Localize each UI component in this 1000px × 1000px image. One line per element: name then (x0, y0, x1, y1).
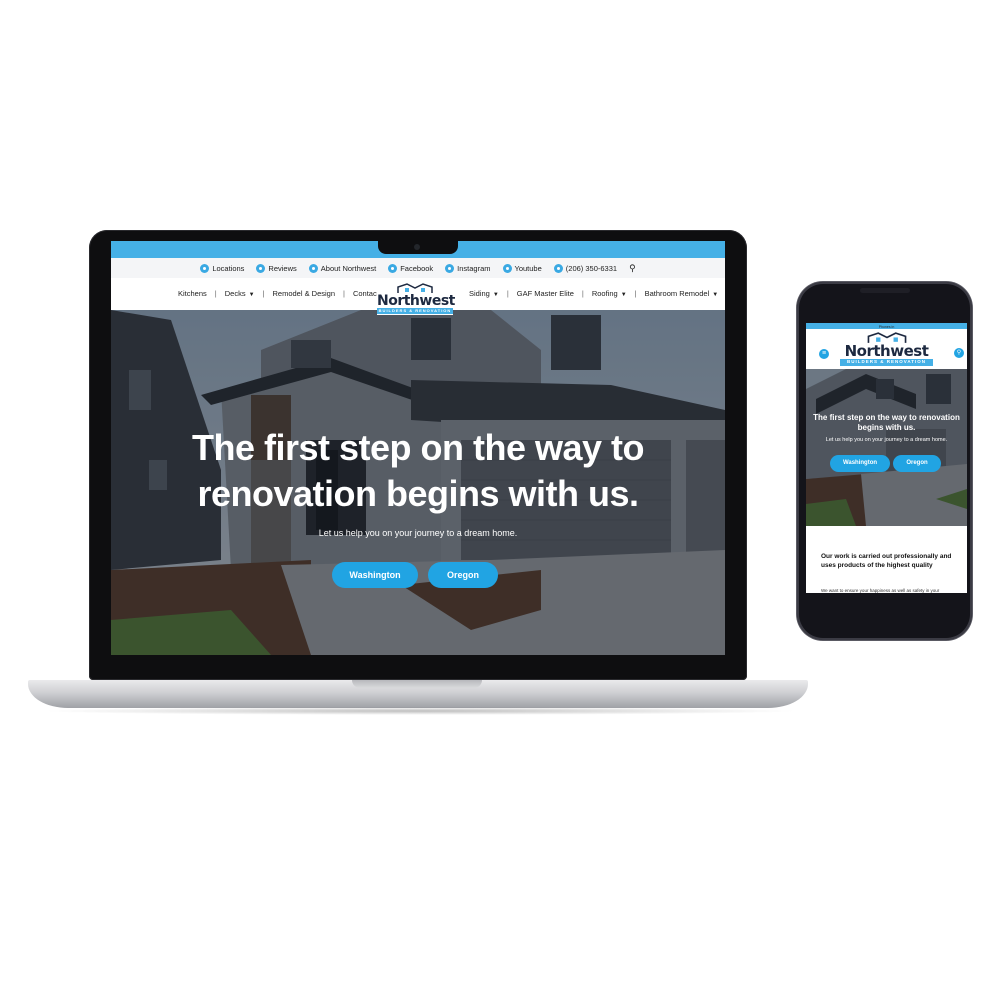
nav-label: Decks (224, 289, 246, 298)
laptop-shadow (40, 707, 800, 715)
utility-label: About Northwest (320, 263, 377, 273)
location-icon (200, 263, 210, 273)
hero-title: The first step on the way to renovation … (111, 425, 725, 517)
facebook-icon (388, 263, 398, 273)
logo-wordmark: Northwest (377, 293, 455, 309)
instagram-icon (445, 263, 455, 273)
nav-separator: | (214, 289, 217, 298)
laptop-screen: Locations Reviews About Northwest Facebo… (111, 241, 725, 655)
nav-item-contact[interactable]: Contact (353, 289, 379, 298)
oregon-button[interactable]: Oregon (428, 562, 498, 588)
utility-bar: Locations Reviews About Northwest Facebo… (111, 258, 725, 278)
mobile-content-section: Our work is carried out professionally a… (806, 526, 967, 593)
mobile-hero-title-line: The first step on the way to renovation (813, 413, 960, 422)
nav-separator: | (343, 289, 345, 298)
utility-link-facebook[interactable]: Facebook (388, 263, 434, 273)
utility-link-reviews[interactable]: Reviews (256, 263, 297, 273)
hero-subtitle: Let us help you on your journey to a dre… (318, 528, 518, 538)
mobile-hero-subtitle: Let us help you on your journey to a dre… (825, 437, 948, 443)
utility-label: Youtube (514, 263, 542, 273)
nav-item-bathroom-remodel[interactable]: Bathroom Remodel ▼ (645, 289, 719, 298)
phone-screen: Phones in ≡ Northwest BUILDERS & RENOVAT… (806, 323, 967, 593)
mobile-washington-button[interactable]: Washington (830, 455, 890, 472)
nav-item-kitchens[interactable]: Kitchens (178, 289, 207, 298)
logo-wordmark: Northwest (844, 342, 929, 360)
nav-label: Bathroom Remodel (644, 289, 710, 298)
logo-tagline: BUILDERS & RENOVATION (840, 359, 933, 366)
mobile-house-photo (806, 369, 967, 526)
laptop-opening-notch (352, 680, 482, 688)
reviews-icon (256, 263, 266, 273)
mobile-hero-title-line: begins with us. (857, 423, 916, 432)
nav-item-siding[interactable]: Siding ▼ (469, 289, 499, 298)
utility-link-youtube[interactable]: Youtube (502, 263, 542, 273)
utility-link-instagram[interactable]: Instagram (445, 263, 491, 273)
mobile-site-logo[interactable]: Northwest BUILDERS & RENOVATION (840, 332, 933, 368)
laptop-camera (414, 244, 420, 250)
nav-item-gaf-master-elite[interactable]: GAF Master Elite (517, 289, 574, 298)
hamburger-menu-icon[interactable]: ≡ (819, 349, 829, 359)
nav-item-decks[interactable]: Decks ▼ (225, 289, 255, 298)
phone-speaker (860, 288, 910, 293)
utility-link-locations[interactable]: Locations (200, 263, 245, 273)
caret-down-icon: ▼ (492, 292, 499, 298)
nav-label: Siding (469, 289, 490, 298)
utility-label: Instagram (457, 263, 491, 273)
utility-label: Reviews (268, 263, 297, 273)
nav-separator: | (634, 289, 637, 298)
utility-link-about[interactable]: About Northwest (308, 263, 377, 273)
utility-link-phone[interactable]: (206) 350-6331 (553, 263, 618, 273)
nav-item-roofing[interactable]: Roofing ▼ (592, 289, 627, 298)
nav-separator: | (506, 289, 509, 298)
washington-button[interactable]: Washington (332, 562, 418, 588)
logo-tagline: BUILDERS & RENOVATION (377, 308, 453, 314)
info-icon (308, 263, 318, 273)
mobile-header: ≡ Northwest BUILDERS & RENOVATION ⚲ (806, 329, 967, 369)
utility-label: Locations (212, 263, 245, 273)
utility-label: (206) 350-6331 (565, 263, 618, 273)
mobile-hero-section: The first step on the way to renovation … (806, 369, 967, 526)
caret-down-icon: ▼ (712, 292, 719, 298)
site-logo[interactable]: Northwest BUILDERS & RENOVATION (377, 283, 455, 315)
mobile-content-body: We want to ensure your happiness as well… (821, 588, 940, 593)
search-icon[interactable]: ⚲ (629, 263, 636, 274)
hero-title-line: The first step on the way to (191, 427, 645, 468)
mobile-hero-title: The first step on the way to renovation … (806, 413, 967, 433)
youtube-icon (502, 263, 512, 273)
mobile-content-heading: Our work is carried out professionally a… (821, 553, 952, 569)
nav-label: Roofing (591, 289, 618, 298)
nav-item-remodel-design[interactable]: Remodel & Design (272, 289, 335, 298)
caret-down-icon: ▼ (620, 292, 627, 298)
nav-separator: | (262, 289, 265, 298)
utility-label: Facebook (400, 263, 434, 273)
hero-section: The first step on the way to renovation … (111, 310, 725, 655)
caret-down-icon: ▼ (248, 292, 255, 298)
hero-title-line: renovation begins with us. (197, 473, 639, 514)
search-icon[interactable]: ⚲ (954, 348, 964, 358)
mobile-oregon-button[interactable]: Oregon (893, 455, 941, 472)
phone-icon (553, 263, 563, 273)
nav-separator: | (581, 289, 584, 298)
